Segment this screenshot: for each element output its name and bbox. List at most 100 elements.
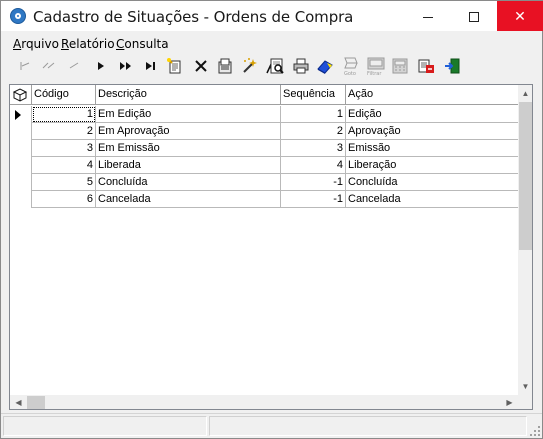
cell-descricao[interactable]: Cancelada xyxy=(96,191,281,208)
cell-descricao[interactable]: Em Emissão xyxy=(96,140,281,157)
cell-acao[interactable]: Emissão xyxy=(346,140,518,157)
header-codigo[interactable]: Código xyxy=(32,85,96,105)
last-record-icon xyxy=(146,62,155,70)
table-row[interactable]: 3 Em Emissão 3 Emissão xyxy=(10,140,518,157)
header-corner[interactable] xyxy=(10,85,32,105)
cell-acao[interactable]: Edição xyxy=(346,106,518,123)
cell-sequencia[interactable]: -1 xyxy=(281,191,346,208)
horizontal-scrollbar[interactable]: ◀ ▶ xyxy=(10,395,518,409)
next-record-button[interactable] xyxy=(91,56,111,76)
cell-descricao[interactable]: Liberada xyxy=(96,157,281,174)
cell-acao[interactable]: Cancelada xyxy=(346,191,518,208)
row-indicator[interactable] xyxy=(10,106,32,123)
title-bar[interactable]: Cadastro de Situações - Ordens de Compra… xyxy=(1,1,543,31)
window-title: Cadastro de Situações - Ordens de Compra xyxy=(33,8,354,26)
row-indicator[interactable] xyxy=(10,157,32,174)
book-icon xyxy=(12,88,28,102)
grid-body: 1 Em Edição 1 Edição 2 Em Aprovação 2 Aprovação… xyxy=(10,106,518,208)
next-record-icon xyxy=(98,62,104,70)
exit-button[interactable] xyxy=(442,56,462,76)
header-acao[interactable]: Ação xyxy=(346,85,518,105)
previous-record-button[interactable] xyxy=(64,56,84,76)
new-record-button[interactable] xyxy=(165,56,185,76)
grid-header: Código Descrição Sequência Ação xyxy=(10,85,518,105)
cell-codigo[interactable]: 1 xyxy=(32,106,96,123)
cell-acao[interactable]: Liberação xyxy=(346,157,518,174)
print-preview-button[interactable] xyxy=(267,56,287,76)
scroll-up-icon[interactable]: ▲ xyxy=(518,85,532,102)
goto-button[interactable]: Goto xyxy=(341,56,361,76)
vertical-scroll-thumb[interactable] xyxy=(519,102,532,250)
status-bar xyxy=(1,413,542,438)
maximize-button[interactable] xyxy=(451,1,497,31)
cell-codigo[interactable]: 4 xyxy=(32,157,96,174)
edit-record-button[interactable] xyxy=(215,56,235,76)
row-indicator[interactable] xyxy=(10,123,32,140)
export-button[interactable] xyxy=(416,56,436,76)
resize-grip-icon[interactable] xyxy=(528,424,540,436)
menu-arquivo[interactable]: Arquivo xyxy=(13,37,59,51)
scroll-right-icon[interactable]: ▶ xyxy=(501,395,518,409)
eraser-icon xyxy=(317,60,333,74)
cell-descricao[interactable]: Em Aprovação xyxy=(96,123,281,140)
horizontal-scroll-thumb[interactable] xyxy=(27,396,45,409)
status-panel-1 xyxy=(3,416,207,436)
previous-page-button[interactable] xyxy=(39,56,59,76)
table-row[interactable]: 2 Em Aprovação 2 Aprovação xyxy=(10,123,518,140)
minimize-icon xyxy=(423,16,433,18)
row-indicator[interactable] xyxy=(10,174,32,191)
header-descricao[interactable]: Descrição xyxy=(96,85,281,105)
header-sequencia[interactable]: Sequência xyxy=(281,85,346,105)
first-record-button[interactable] xyxy=(15,56,35,76)
current-row-arrow-icon xyxy=(15,110,21,120)
filter-button[interactable]: Filtrar xyxy=(366,56,386,76)
cell-sequencia[interactable]: -1 xyxy=(281,174,346,191)
cell-codigo[interactable]: 5 xyxy=(32,174,96,191)
cell-descricao[interactable]: Concluída xyxy=(96,174,281,191)
app-icon[interactable] xyxy=(10,8,26,24)
close-icon: ✕ xyxy=(514,8,526,24)
delete-button[interactable] xyxy=(191,56,211,76)
close-button[interactable]: ✕ xyxy=(497,1,543,31)
cell-acao[interactable]: Aprovação xyxy=(346,123,518,140)
row-indicator[interactable] xyxy=(10,191,32,208)
table-row[interactable]: 6 Cancelada -1 Cancelada xyxy=(10,191,518,208)
previous-page-icon xyxy=(42,62,55,69)
cell-sequencia[interactable]: 1 xyxy=(281,106,346,123)
print-preview-icon xyxy=(270,58,284,74)
eraser-button[interactable] xyxy=(315,56,335,76)
scroll-left-icon[interactable]: ◀ xyxy=(10,395,27,409)
goto-icon: Goto xyxy=(344,57,358,76)
filter-icon: Filtrar xyxy=(367,57,385,76)
table-row[interactable]: 4 Liberada 4 Liberação xyxy=(10,157,518,174)
calculator-button[interactable] xyxy=(390,56,410,76)
cell-codigo[interactable]: 2 xyxy=(32,123,96,140)
edit-record-icon xyxy=(218,58,232,74)
exit-icon xyxy=(445,58,460,74)
data-grid[interactable]: Código Descrição Sequência Ação 1 Em Ediç… xyxy=(9,84,533,410)
table-row[interactable]: 5 Concluída -1 Concluída xyxy=(10,174,518,191)
scroll-down-icon[interactable]: ▼ xyxy=(518,378,532,395)
cell-codigo[interactable]: 6 xyxy=(32,191,96,208)
table-row[interactable]: 1 Em Edição 1 Edição xyxy=(10,106,518,123)
new-record-icon xyxy=(167,58,181,74)
cell-codigo[interactable]: 3 xyxy=(32,140,96,157)
cell-acao[interactable]: Concluída xyxy=(346,174,518,191)
next-page-button[interactable] xyxy=(116,56,136,76)
app-window: Cadastro de Situações - Ordens de Compra… xyxy=(0,0,543,439)
row-indicator[interactable] xyxy=(10,140,32,157)
cell-sequencia[interactable]: 3 xyxy=(281,140,346,157)
last-record-button[interactable] xyxy=(141,56,161,76)
print-button[interactable] xyxy=(291,56,311,76)
minimize-button[interactable] xyxy=(405,1,451,31)
menu-consulta[interactable]: Consulta xyxy=(116,37,169,51)
magic-wand-button[interactable] xyxy=(239,56,259,76)
vertical-scrollbar[interactable]: ▲ ▼ xyxy=(518,85,532,395)
cell-descricao[interactable]: Em Edição xyxy=(96,106,281,123)
maximize-icon xyxy=(469,12,479,23)
cell-sequencia[interactable]: 2 xyxy=(281,123,346,140)
menu-relatorio[interactable]: Relatório xyxy=(61,37,115,51)
previous-record-icon xyxy=(69,62,79,69)
cell-sequencia[interactable]: 4 xyxy=(281,157,346,174)
next-page-icon xyxy=(120,62,131,70)
